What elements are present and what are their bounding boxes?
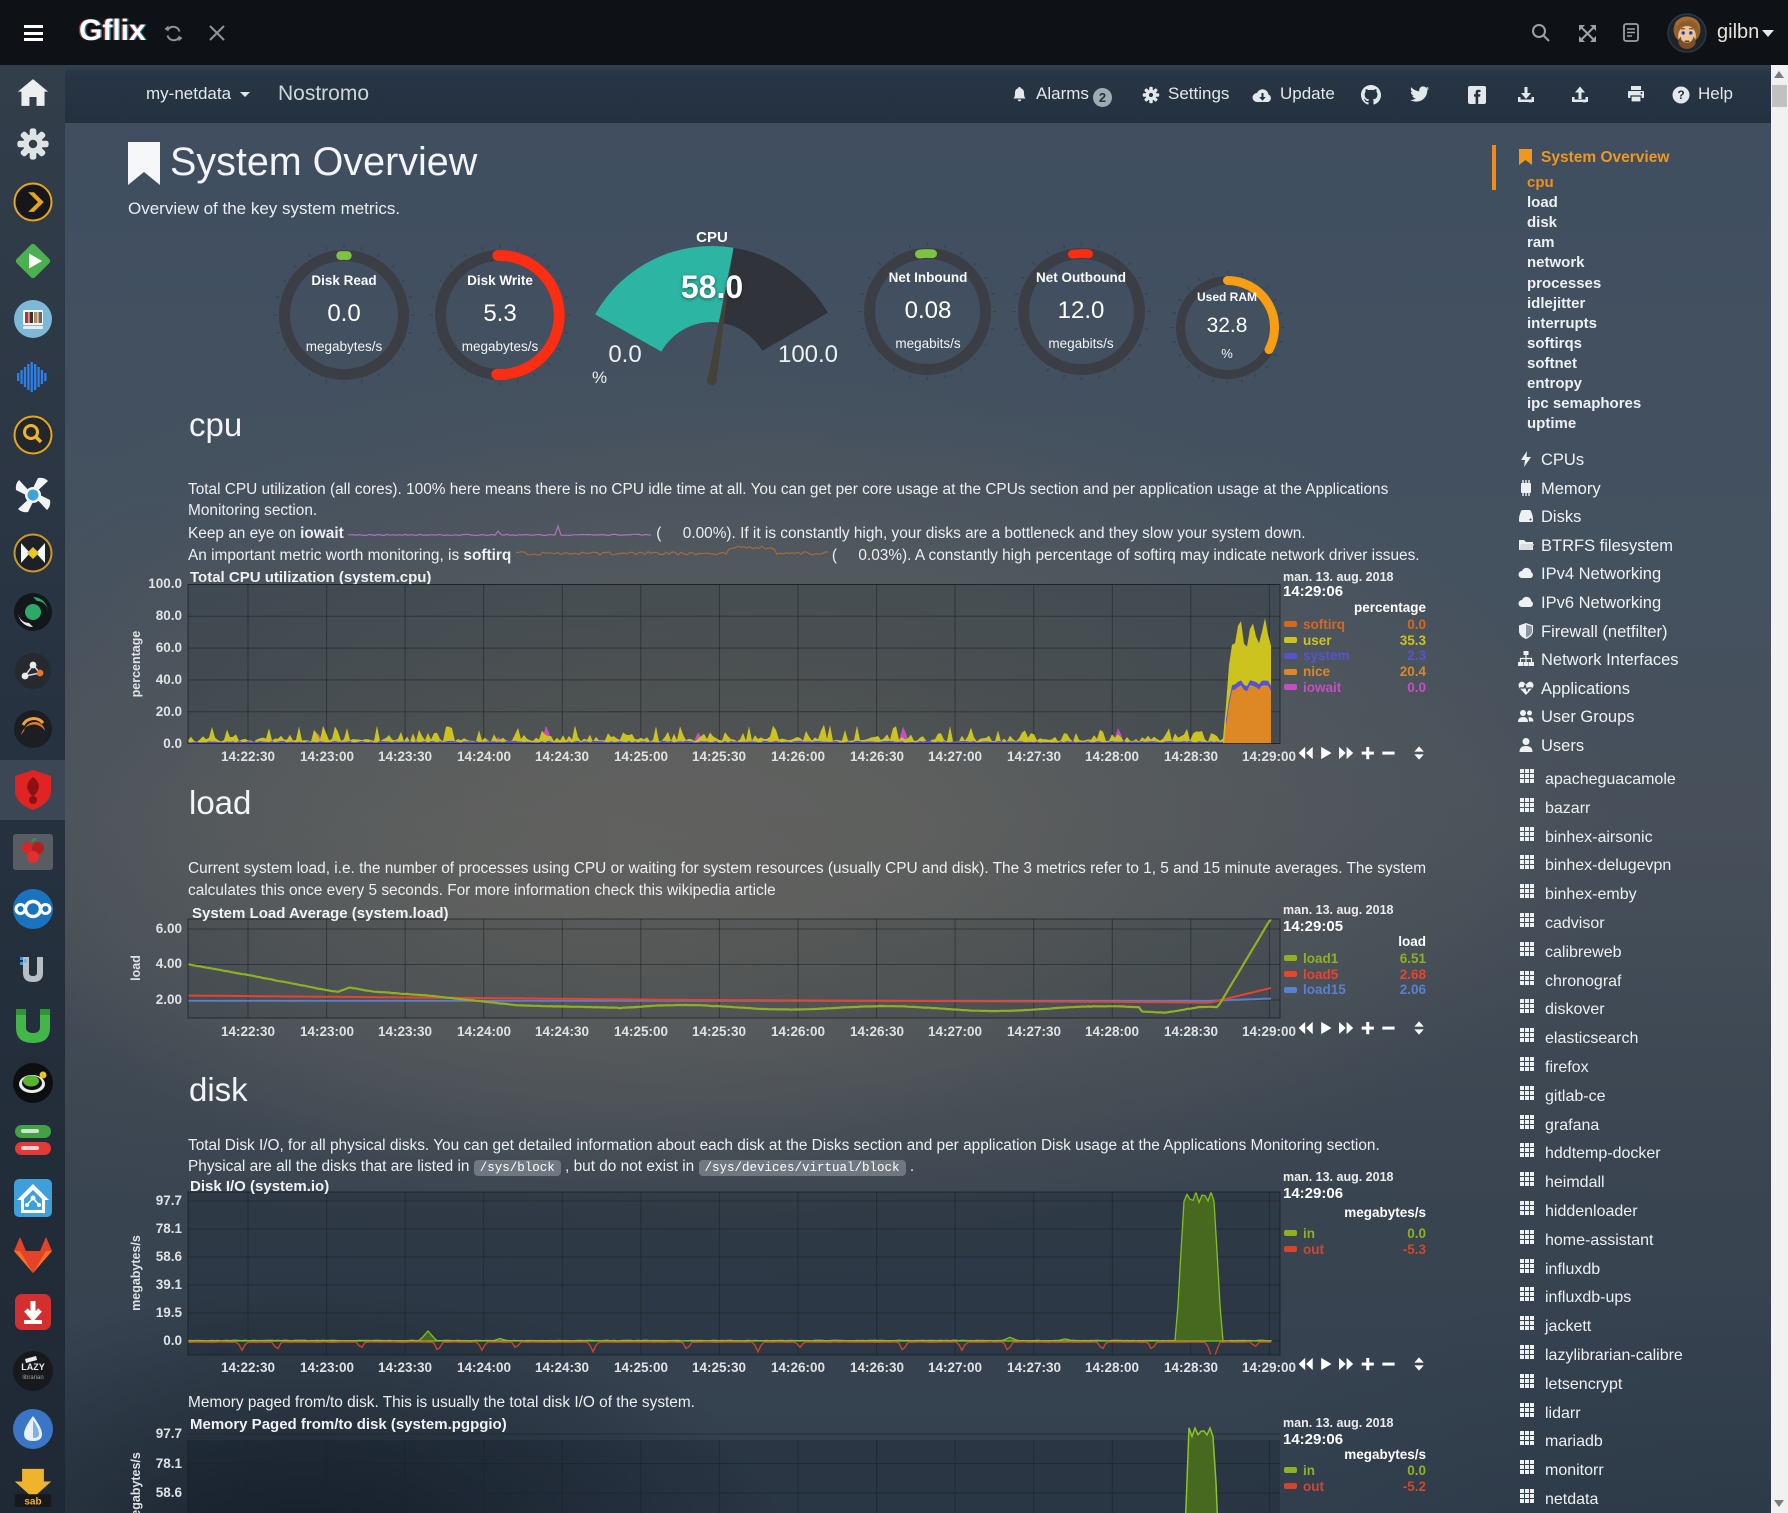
svg-text:sab: sab <box>24 1496 41 1507</box>
svg-text:librarian: librarian <box>22 1375 43 1381</box>
svg-text:LAZY: LAZY <box>21 1362 45 1372</box>
